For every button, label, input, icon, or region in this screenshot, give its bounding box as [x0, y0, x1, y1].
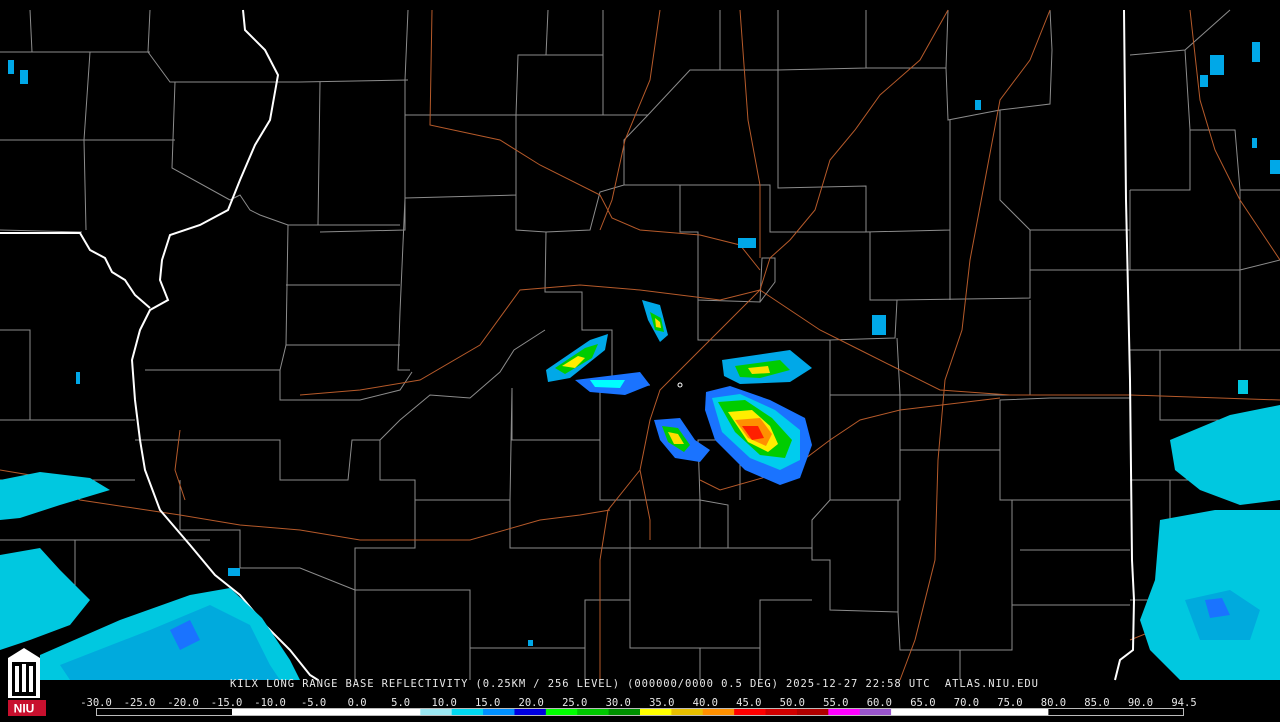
colorbar-segment: [859, 709, 892, 715]
colorbar-segment: [953, 709, 986, 715]
colorbar-segment: [608, 709, 641, 715]
colorbar-segment: [734, 709, 766, 715]
colorbar-segment: [420, 709, 453, 715]
colorbar-segment: [357, 709, 390, 715]
colorbar-segment: [891, 709, 923, 715]
colorbar-segment: [922, 709, 955, 715]
colorbar-segment: [514, 709, 547, 715]
colorbar-segment: [828, 709, 861, 715]
radar-map: [0, 0, 1280, 720]
colorbar-segment: [451, 709, 484, 715]
colorbar-segment: [388, 709, 421, 715]
reflectivity-colorbar: [96, 708, 1184, 716]
colorbar-segment: [263, 709, 296, 715]
colorbar-segment: [483, 709, 515, 715]
colorbar-segment: [671, 709, 704, 715]
colorbar-segment: [796, 709, 829, 715]
niu-tower-icon: NIU: [8, 648, 46, 716]
colorbar-segment: [1016, 709, 1049, 715]
colorbar-segment: [985, 709, 1017, 715]
colorbar-segment: [232, 709, 264, 715]
colorbar-segment: [294, 709, 327, 715]
colorbar-segment: [326, 709, 358, 715]
colorbar-segment: [577, 709, 609, 715]
colorbar-segment: [545, 709, 578, 715]
colorbar-segment: [765, 709, 798, 715]
niu-logo-text: NIU: [14, 702, 35, 716]
colorbar-segment: [702, 709, 735, 715]
niu-logo: NIU: [2, 646, 46, 718]
colorbar-segment: [640, 709, 672, 715]
product-caption: KILX LONG RANGE BASE REFLECTIVITY (0.25K…: [230, 678, 1039, 690]
